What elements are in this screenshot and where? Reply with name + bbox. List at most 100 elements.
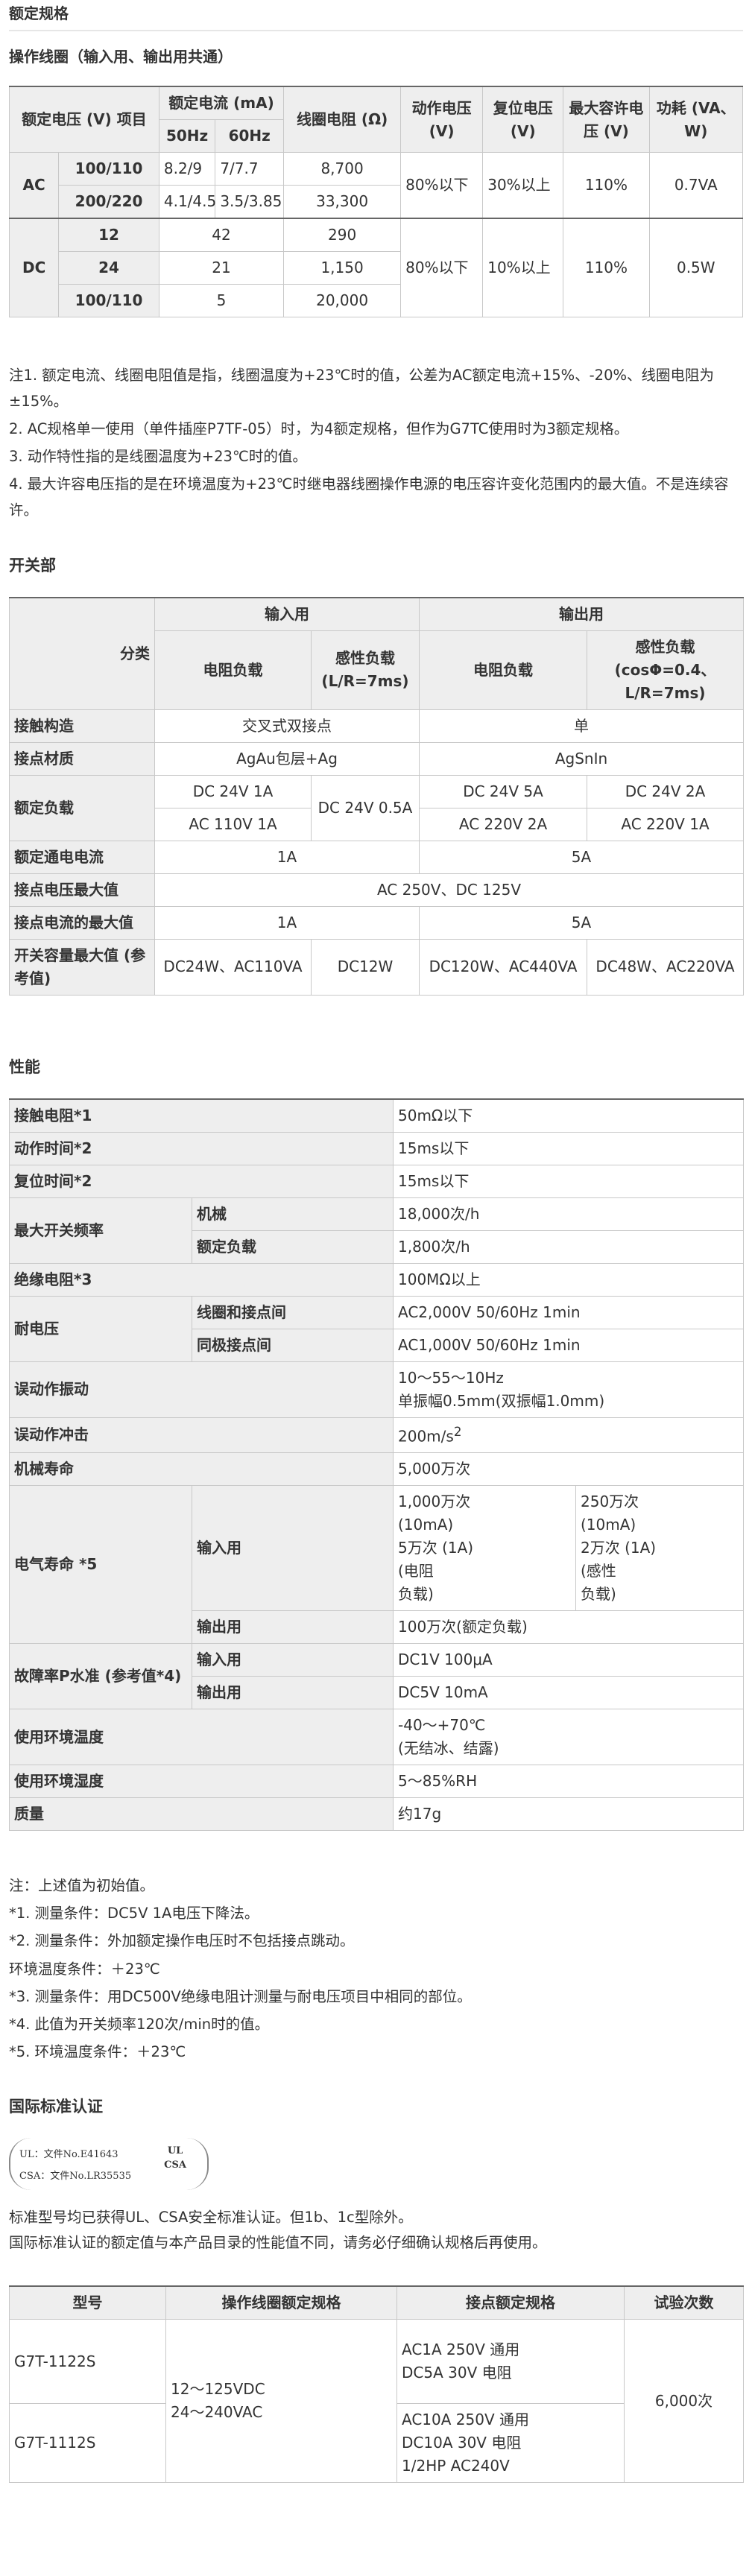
perf-vibration-line: 单振幅0.5mm(双振幅1.0mm)	[398, 1391, 605, 1410]
page: 额定规格 操作线圈（输入用、输出用共通） 额定电压 (V) 项目 额定电流 (m…	[0, 0, 752, 2498]
switch-structure-input: 交叉式双接点	[154, 709, 420, 743]
switch-header-category: 分类	[9, 597, 155, 710]
switch-material-output: AgSnIn	[419, 741, 744, 776]
switch-header-out-res: 电阻负载	[419, 630, 587, 710]
perf-elec-line: (10mA)	[398, 1516, 454, 1534]
coil-note: 4. 最大许容电压指的是在环境温度为+23℃时继电器线圈操作电源的电压容许变化范…	[9, 475, 729, 519]
perf-row-label: 绝缘电阻*3	[9, 1262, 394, 1297]
perf-row-label: 机械寿命	[9, 1452, 394, 1487]
coil-ac-max: 110%	[563, 152, 650, 219]
perf-sub-label: 输入用	[192, 1485, 394, 1612]
switch-header-in-res: 电阻负载	[154, 630, 312, 710]
perf-operate-time: 15ms以下	[393, 1131, 744, 1165]
perf-elec-out: 100万次(额定负载)	[393, 1610, 744, 1645]
perf-note: 环境温度条件：＋23℃	[9, 1960, 160, 1978]
perf-shock-sup: 2	[453, 1424, 462, 1439]
perf-elec-line: (电阻	[398, 1562, 434, 1580]
switch-cap-out-res: DC120W、AC440VA	[419, 938, 587, 996]
coil-notes: 注1. 额定电流、线圈电阻值是指，线圈温度为+23℃时的值，公差为AC额定电流+…	[9, 362, 743, 524]
coil-dc-res: 290	[283, 218, 402, 252]
perf-amb-temp-line: -40～+70℃	[398, 1716, 486, 1735]
switch-spec-table: 分类 输入用 输出用 电阻负载 感性负载 (L/R=7ms) 电阻负载 感性负载…	[9, 597, 744, 996]
coil-dc-voltage: 12	[58, 218, 159, 252]
coil-dc-current: 5	[158, 284, 285, 317]
perf-sub-label: 额定负载	[192, 1230, 394, 1264]
perf-shock-value: 200m/s	[398, 1427, 454, 1446]
coil-dc-max: 110%	[563, 218, 650, 317]
switch-material-input: AgAu包层+Ag	[154, 741, 420, 776]
coil-dc-release: 10%以上	[482, 218, 564, 317]
switch-header-output: 输出用	[419, 597, 744, 631]
perf-row-label: 误动作冲击	[9, 1417, 394, 1454]
cert-coil: 12～125VDC 24～240VAC	[165, 2319, 397, 2484]
perf-shock: 200m/s2	[393, 1417, 744, 1454]
switch-carry-output: 5A	[419, 840, 744, 874]
perf-mech-life: 5,000万次	[393, 1452, 744, 1487]
perf-row-label: 故障率P水准 (参考值*4)	[9, 1643, 192, 1710]
perf-row-label: 接触电阻*1	[9, 1098, 394, 1133]
coil-header-item: 额定电压 (V) 项目	[9, 86, 159, 153]
coil-dc-label: DC	[8, 218, 60, 317]
switch-row-label: 接点电压最大值	[9, 873, 155, 907]
coil-header-operate: 动作电压 (V)	[400, 86, 484, 153]
coil-ac-res: 8,700	[283, 152, 402, 186]
coil-dc-voltage: 100/110	[58, 284, 159, 317]
coil-header-max: 最大容许电压 (V)	[563, 86, 650, 153]
cert-contact-line: AC1A 250V 通用	[402, 2341, 520, 2359]
cert-contact: AC10A 250V 通用 DC10A 30V 电阻 1/2HP AC240V	[396, 2403, 625, 2484]
coil-ac-c60: 7/7.7	[215, 152, 285, 186]
perf-elec-line: 5万次 (1A)	[398, 1539, 474, 1557]
cert-model: G7T-1112S	[9, 2403, 166, 2484]
cert-para: 标准型号均已获得UL、CSA安全标准认证。但1b、1c型除外。	[9, 2208, 413, 2226]
performance-section-title: 性能	[9, 1057, 40, 1076]
coil-header-resistance: 线圈电阻 (Ω)	[283, 86, 402, 153]
coil-dc-current: 42	[158, 218, 285, 252]
coil-note: 2. AC规格单一使用（单件插座P7TF-05）时，为4额定规格，但作为G7TC…	[9, 420, 629, 438]
perf-row-label: 复位时间*2	[9, 1164, 394, 1198]
coil-ac-power: 0.7VA	[648, 152, 744, 219]
perf-insulation: 100MΩ以上	[393, 1262, 744, 1297]
perf-note: *5. 环境温度条件：＋23℃	[9, 2042, 186, 2060]
cert-section-title: 国际标准认证	[9, 2097, 103, 2115]
perf-elec-in-ind: 250万次 (10mA) 2万次 (1A) (感性 负载)	[575, 1485, 744, 1612]
switch-row-label: 接点材质	[9, 741, 155, 776]
coil-dc-voltage: 24	[58, 251, 159, 285]
csa-mark-icon: CSA	[164, 2159, 186, 2171]
perf-row-label: 使用环境温度	[9, 1709, 394, 1766]
coil-ac-c50: 4.1/4.5	[158, 185, 216, 219]
cert-contact-line: 1/2HP AC240V	[402, 2457, 510, 2475]
perf-failure-in: DC1V 100μA	[393, 1643, 744, 1677]
perf-note: *3. 测量条件：用DC500V绝缘电阻计测量与耐电压项目中相同的部位。	[9, 1987, 472, 2005]
switch-header-input: 输入用	[154, 597, 420, 631]
cert-table: 型号 操作线圈额定规格 接点额定规格 试验次数 G7T-1122S 12～125…	[9, 2285, 744, 2484]
perf-elec-line: (感性	[581, 1562, 616, 1580]
coil-spec-table: 额定电压 (V) 项目 额定电流 (mA) 线圈电阻 (Ω) 动作电压 (V) …	[8, 86, 744, 317]
coil-ac-res: 33,300	[283, 185, 402, 219]
cert-header-coil: 操作线圈额定规格	[165, 2285, 397, 2320]
switch-rated-in-ind: DC 24V 0.5A	[311, 774, 420, 841]
perf-vibration: 10～55～10Hz 单振幅0.5mm(双振幅1.0mm)	[393, 1361, 744, 1418]
perf-amb-hum: 5～85%RH	[393, 1765, 744, 1799]
cert-logo-line: UL：文件No.E41643	[19, 2148, 119, 2160]
cert-coil-line: 12～125VDC	[171, 2380, 265, 2399]
perf-note: 注：上述值为初始值。	[9, 1877, 155, 1895]
ul-mark-icon: UL	[167, 2145, 183, 2156]
coil-dc-power: 0.5W	[648, 218, 744, 317]
coil-ac-voltage: 200/220	[58, 185, 159, 219]
cert-model: G7T-1122S	[9, 2319, 166, 2405]
ul-csa-logo: UL：文件No.E41643 CSA：文件No.LR35535 UL CSA	[9, 2137, 209, 2190]
cert-para: 国际标准认证的额定值与本产品目录的性能值不同，请务必仔细确认规格后再使用。	[9, 2234, 547, 2251]
perf-dielectric-a: AC2,000V 50/60Hz 1min	[393, 1295, 744, 1329]
coil-ac-release: 30%以上	[482, 152, 564, 219]
cert-contact-line: DC5A 30V 电阻	[402, 2364, 512, 2382]
perf-row-label: 电气寿命 *5	[9, 1485, 192, 1645]
perf-mass: 约17g	[393, 1797, 744, 1832]
perf-failure-out: DC5V 10mA	[393, 1676, 744, 1710]
perf-note: *2. 测量条件：外加额定操作电压时不包括接点跳动。	[9, 1932, 355, 1950]
switch-rated-in-res: AC 110V 1A	[154, 807, 312, 841]
perf-elec-line: 1,000万次	[398, 1493, 471, 1511]
perf-dielectric-b: AC1,000V 50/60Hz 1min	[393, 1328, 744, 1362]
cert-contact-line: DC10A 30V 电阻	[402, 2434, 522, 2452]
perf-sub-label: 输出用	[192, 1610, 394, 1645]
perf-freq-mech: 18,000次/h	[393, 1197, 744, 1231]
